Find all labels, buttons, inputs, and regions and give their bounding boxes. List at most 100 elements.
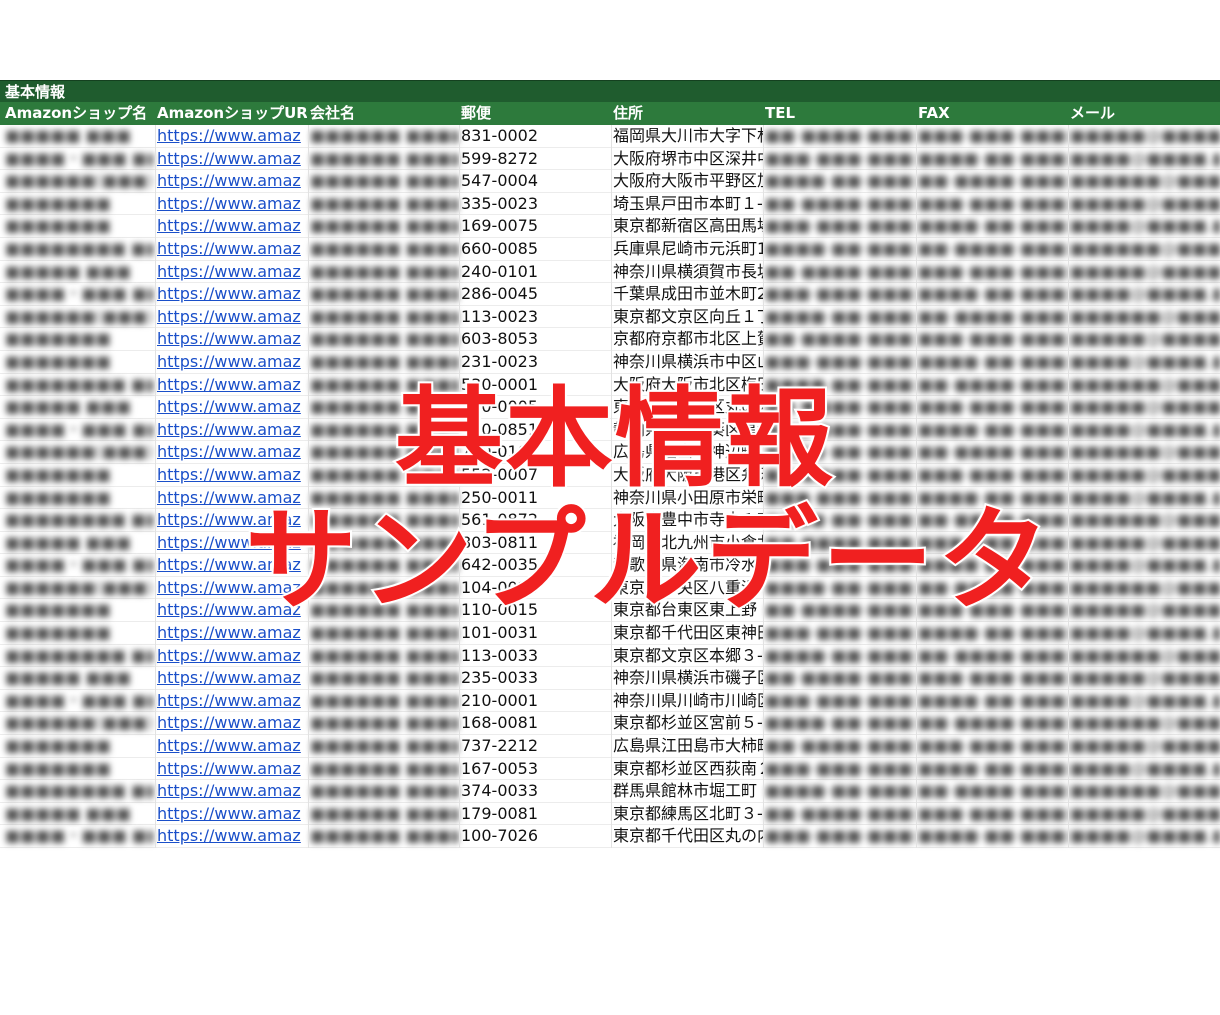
cell-tel: ■■■-■■■-■■■■ [765,555,915,575]
cell-tel: ■■-■■■■-■■■■ [765,803,915,823]
cell-mail: ■■■■■■@■■■■.■■ [1070,306,1220,326]
table-row: ■■■■■■■ https://www.amaz■■■■■■ ■■■■■737-2… [0,735,1220,758]
cell-mail: ■■■■@■■■■.■■.■■ [1070,216,1220,236]
header-tel[interactable]: TEL [765,102,915,125]
cell-shop-url-link[interactable]: https://www.amaz [157,509,307,531]
cell-fax: ■■-■■■■-■■■■ [918,238,1068,258]
cell-shop-url-link[interactable]: https://www.amaz [157,825,307,847]
cell-fax: ■■■-■■■-■■■■ [918,532,1068,552]
header-mail[interactable]: メール [1070,102,1220,125]
cell-shop-url-link[interactable]: https://www.amaz [157,667,307,689]
cell-shop-url-link[interactable]: https://www.amaz [157,780,307,802]
cell-fax: ■■■■-■■-■■■■ [918,487,1068,507]
cell-address: 和歌山県海南市冷水 [613,555,758,575]
cell-shop-url-link[interactable]: https://www.amaz [157,328,307,350]
cell-shop-url-link[interactable]: https://www.amaz [157,193,307,215]
cell-shop-url-link[interactable]: https://www.amaz [157,599,307,621]
column-divider [1068,125,1069,848]
cell-shop-url-link[interactable]: https://www.amaz [157,645,307,667]
cell-fax: ■■■■-■■-■■■■ [918,216,1068,236]
cell-address: 神奈川県横浜市磯子区 [613,668,763,688]
cell-shop-url-link[interactable]: https://www.amaz [157,554,307,576]
cell-shop-url-link[interactable]: https://www.amaz [157,215,307,237]
cell-company: ■■■■■■ ■■■■■ [310,351,458,371]
cell-address: 神奈川県横須賀市長坂 [613,261,763,281]
cell-shop-url-link[interactable]: https://www.amaz [157,261,307,283]
cell-zip: 831-0002 [461,126,539,145]
cell-shop-name: ■■■■・■■■ ■■■ [5,148,153,168]
cell-tel: ■■■-■■■-■■■■ [765,690,915,710]
table-row: ■■■■■■■■ ■■■https://www.amaz■■■■■■ ■■■■■… [0,509,1220,532]
cell-tel: ■■-■■■■-■■■■ [765,736,915,756]
cell-shop-url-link[interactable]: https://www.amaz [157,441,307,463]
cell-shop-name: ■■■■■■■ [5,736,111,756]
header-address[interactable]: 住所 [613,102,763,125]
cell-mail: ■■■■■@■■■■■.■■ [1070,126,1220,145]
table-row: ■■■■■ ■■■ https://www.amaz■■■■■■ ■■■■■803… [0,532,1220,555]
cell-shop-url-link[interactable]: https://www.amaz [157,170,307,192]
cell-zip: 167-0053 [461,758,539,778]
cell-shop-url-link[interactable]: https://www.amaz [157,532,307,554]
cell-shop-url-link[interactable]: https://www.amaz [157,758,307,780]
cell-shop-url-link[interactable]: https://www.amaz [157,487,307,509]
cell-fax: ■■■-■■■-■■■■ [918,668,1068,688]
cell-address: 兵庫県尼崎市元浜町1 [613,238,763,258]
cell-company: ■■■■■■ ■■■■■ [310,464,458,484]
cell-shop-url-link[interactable]: https://www.amaz [157,306,307,328]
cell-zip: 561-0872 [461,510,539,530]
cell-address: 東京都台東区東上野 [613,600,758,620]
cell-shop-url-link[interactable]: https://www.amaz [157,622,307,644]
cell-fax: ■■■-■■■-■■■■ [918,193,1068,213]
header-shop-name[interactable]: Amazonショップ名 [5,102,155,125]
cell-shop-url-link[interactable]: https://www.amaz [157,283,307,305]
header-company[interactable]: 会社名 [310,102,460,125]
cell-shop-name: ■■■■■■■ [5,193,111,213]
cell-shop-url-link[interactable]: https://www.amaz [157,125,307,147]
cell-shop-url-link[interactable]: https://www.amaz [157,712,307,734]
cell-shop-url-link[interactable]: https://www.amaz [157,464,307,486]
cell-zip: 100-7026 [461,826,539,846]
table-row: ■■■■■■■ https://www.amaz■■■■■■ ■■■■■231-0… [0,351,1220,374]
cell-fax: ■■■-■■■-■■■■ [918,464,1068,484]
cell-shop-name: ■■■■■■(■■■) [5,171,153,191]
cell-shop-url-link[interactable]: https://www.amaz [157,803,307,825]
cell-tel: ■■-■■■■-■■■■ [765,397,915,417]
cell-shop-url-link[interactable]: https://www.amaz [157,374,307,396]
cell-fax: ■■■■-■■-■■■■ [918,690,1068,710]
cell-shop-url-link[interactable]: https://www.amaz [157,577,307,599]
cell-company: ■■■■■■ ■■■■■ [310,442,458,462]
cell-shop-url-link[interactable]: https://www.amaz [157,690,307,712]
cell-shop-url-link[interactable]: https://www.amaz [157,735,307,757]
cell-shop-url-link[interactable]: https://www.amaz [157,419,307,441]
table-row: ■■■■■■■ https://www.amaz■■■■■■ ■■■■■603-8… [0,328,1220,351]
table-row: ■■■■■■(■■■)https://www.amaz■■■■■■ ■■■■■1… [0,306,1220,329]
table-row: ■■■■■■■ https://www.amaz■■■■■■ ■■■■■101-0… [0,622,1220,645]
cell-tel: ■■■-■■■-■■■■ [765,351,915,371]
cell-company: ■■■■■■ ■■■■■ [310,826,458,846]
cell-shop-url-link[interactable]: https://www.amaz [157,148,307,170]
cell-address: 東京都杉並区宮前５- [613,713,763,733]
cell-company: ■■■■■■ ■■■■■ [310,577,458,597]
cell-shop-name: ■■■■■■■ [5,600,111,620]
cell-address: 東京都杉並区西荻南２ [613,758,763,778]
cell-address: 大阪府大阪市平野区加 [613,171,763,191]
cell-address: 東京都中央区八重洲 [613,577,758,597]
header-fax[interactable]: FAX [918,102,1068,125]
table-row: ■■■■■■■ https://www.amaz■■■■■■ ■■■■■167-0… [0,758,1220,781]
cell-mail: ■■■■@■■■■.■■.■■ [1070,623,1220,643]
cell-address: 神奈川県小田原市栄町 [613,487,763,507]
cell-tel: ■■■■-■■-■■■■ [765,171,915,191]
cell-company: ■■■■■■ ■■■■■ [310,261,458,281]
table-row: ■■■■■■■■ ■■■https://www.amaz■■■■■■ ■■■■■… [0,645,1220,668]
table-row: ■■■■■■■ https://www.amaz■■■■■■ ■■■■■169-0… [0,215,1220,238]
cell-shop-url-link[interactable]: https://www.amaz [157,238,307,260]
cell-shop-name: ■■■■■■■ [5,758,111,778]
cell-shop-name: ■■■■■■■ [5,464,111,484]
header-shop-url[interactable]: AmazonショップURL [157,102,307,125]
header-zip[interactable]: 郵便 [461,102,611,125]
cell-fax: ■■-■■■■-■■■■ [918,781,1068,801]
cell-shop-url-link[interactable]: https://www.amaz [157,396,307,418]
cell-mail: ■■■■@■■■■.■■.■■ [1070,826,1220,846]
table-row: ■■■■■■■ https://www.amaz■■■■■■ ■■■■■110-0… [0,599,1220,623]
cell-shop-url-link[interactable]: https://www.amaz [157,351,307,373]
